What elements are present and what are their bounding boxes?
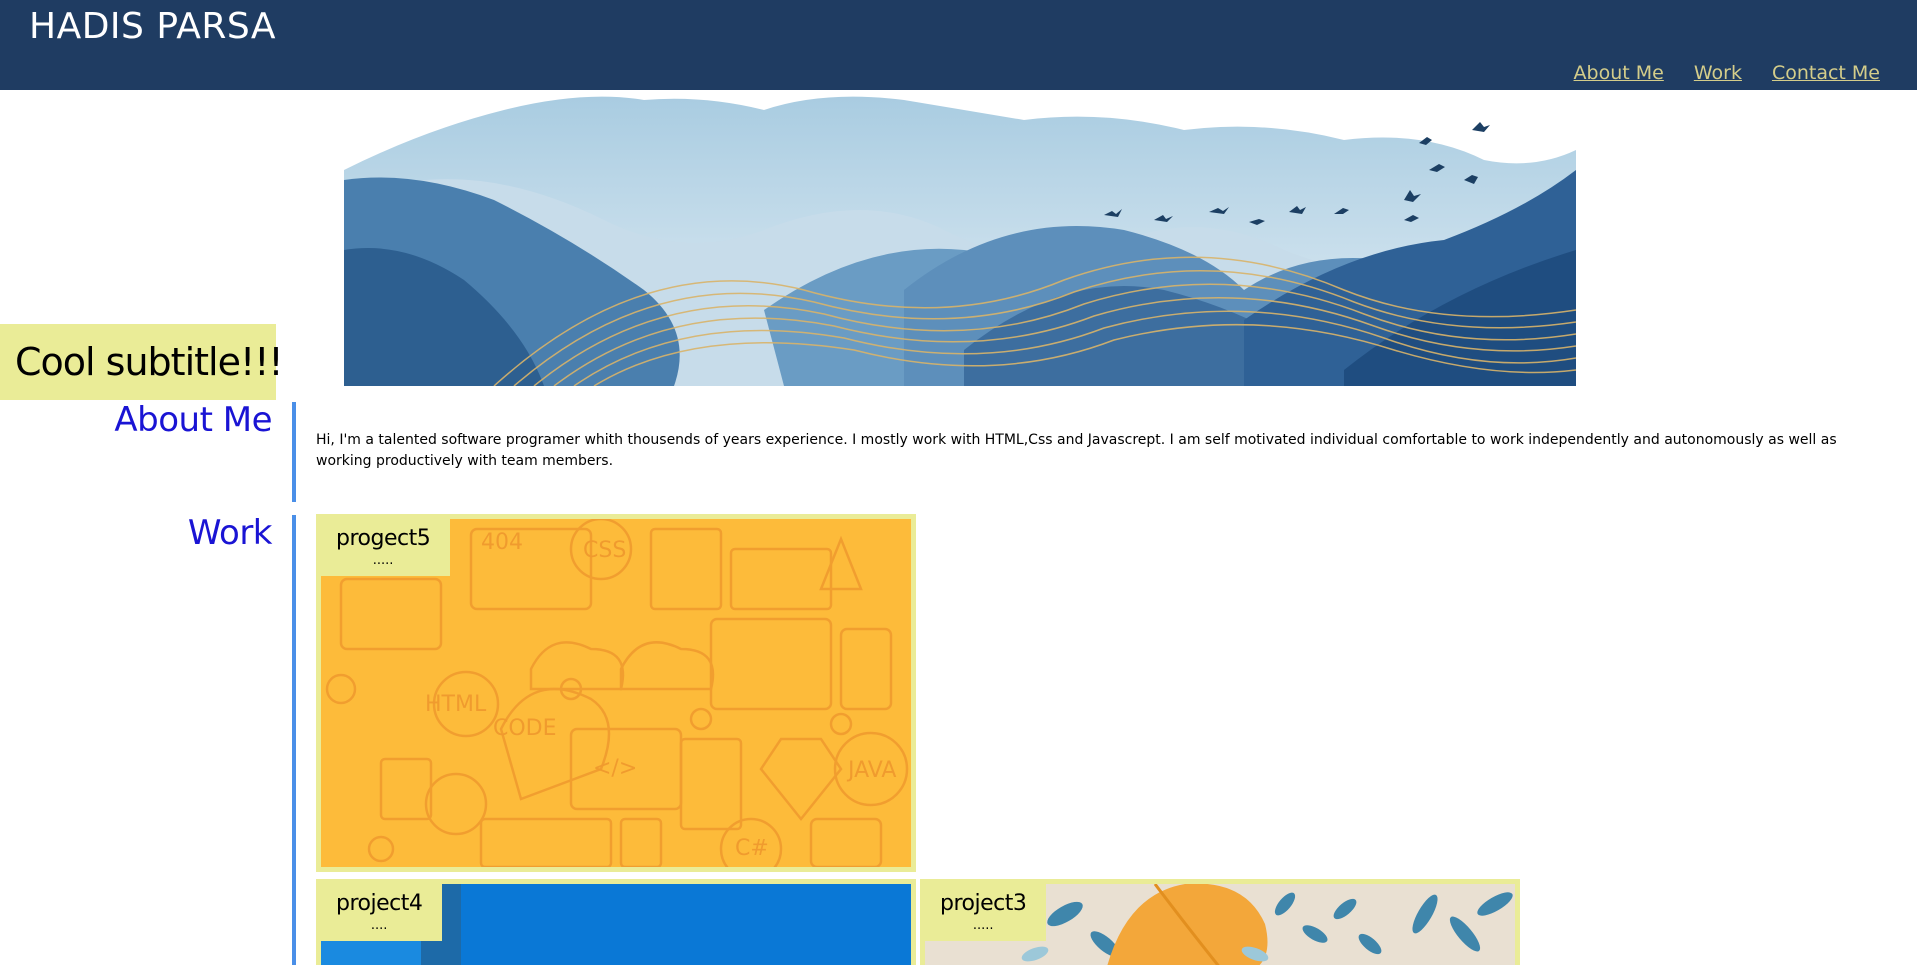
work-section-divider (292, 515, 296, 965)
svg-text:C#: C# (735, 836, 769, 861)
site-brand: HADIS PARSA (29, 6, 277, 47)
about-text: Hi, I'm a talented software programer wh… (316, 432, 1837, 469)
svg-text:404: 404 (481, 530, 523, 555)
project-title: project4 (336, 891, 423, 916)
nav-link-about[interactable]: About Me (1574, 62, 1664, 84)
mountain-landscape-illustration (344, 90, 1576, 386)
project-title: project3 (940, 891, 1027, 916)
project-card[interactable]: 404 CSS HTML CODE JAVA C# </> progect5 .… (316, 514, 916, 872)
main-nav: About Me Work Contact Me (1574, 62, 1880, 84)
project-description: .... (370, 918, 388, 933)
project-card[interactable]: project4 .... (316, 879, 916, 965)
svg-text:CODE: CODE (493, 716, 557, 741)
hero-banner-image (344, 90, 1576, 386)
about-section-divider (292, 402, 296, 502)
project-description: ..... (972, 918, 994, 933)
about-section-title: About Me (114, 400, 272, 440)
svg-text:CSS: CSS (583, 538, 626, 563)
project-label: project4 .... (316, 879, 443, 941)
nav-link-contact[interactable]: Contact Me (1772, 62, 1880, 84)
svg-text:HTML: HTML (425, 692, 487, 717)
site-header: HADIS PARSA About Me Work Contact Me (0, 0, 1917, 90)
project-description: ..... (372, 553, 394, 568)
svg-text:</>: </> (593, 756, 637, 781)
project-label: project3 ..... (920, 879, 1047, 941)
project-label: progect5 ..... (316, 514, 451, 576)
hero-subtitle: Cool subtitle!!! (0, 324, 284, 400)
nav-link-work[interactable]: Work (1694, 62, 1742, 84)
work-section-title: Work (187, 513, 273, 553)
project-title: progect5 (336, 526, 431, 551)
svg-text:JAVA: JAVA (846, 758, 896, 783)
project-card[interactable]: project3 ..... (920, 879, 1520, 965)
